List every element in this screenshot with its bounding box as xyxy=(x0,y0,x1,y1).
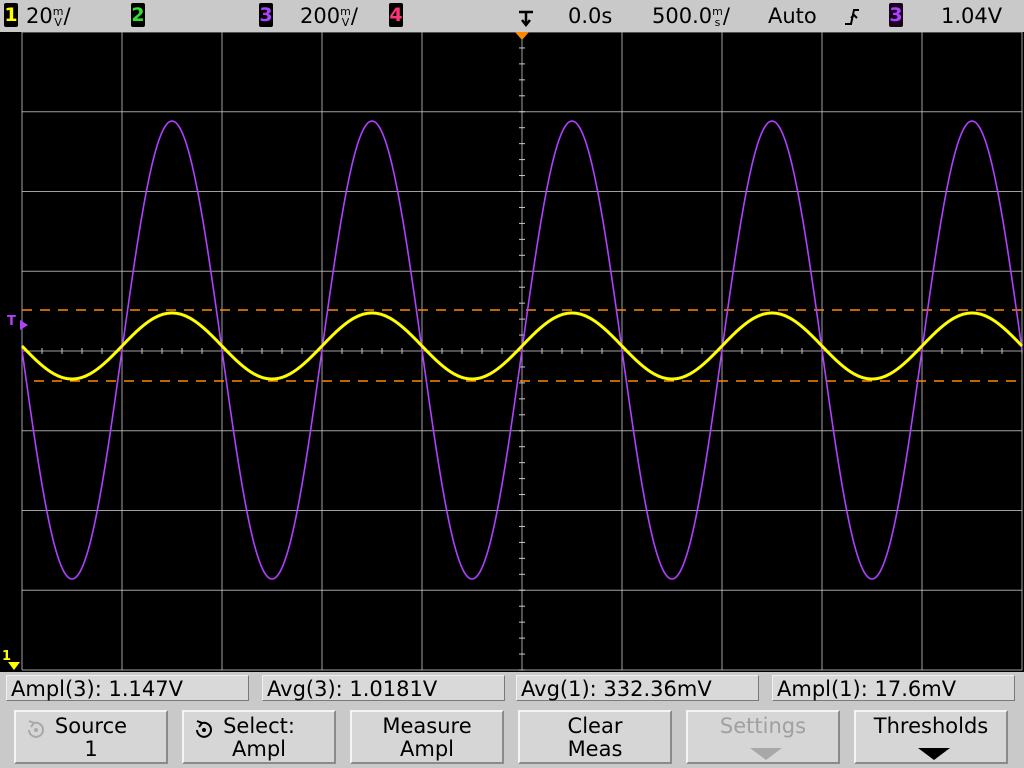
softkey-bar: Source 1 Select: Ampl Measure Ampl Clear… xyxy=(0,706,1024,768)
measure-value: Ampl xyxy=(400,737,454,761)
trigger-level[interactable]: 1.04V xyxy=(941,2,1002,30)
measure-ampl-softkey[interactable]: Measure Ampl xyxy=(350,710,504,764)
waveform-display[interactable]: T 1 xyxy=(0,32,1024,672)
select-softkey[interactable]: Select: Ampl xyxy=(182,710,336,764)
status-bar: 1 20 m V/ 2 3 200 m V/ 4 0.0s 500.0 m s / Auto … xyxy=(0,0,1024,32)
channel-1-scale: 20 m V / xyxy=(26,4,71,29)
channel-2-indicator[interactable]: 2 xyxy=(131,3,145,27)
channel-3-scale: 200 m V / xyxy=(300,4,358,29)
measurement-avg-ch3: Avg(3): 1.0181V xyxy=(262,675,505,701)
clear-value: Meas xyxy=(567,737,623,761)
measurement-avg-ch1: Avg(1): 332.36mV xyxy=(516,675,759,701)
clear-label: Clear xyxy=(567,714,623,738)
time-scale[interactable]: 500.0 m s / xyxy=(652,2,730,30)
channel-4-indicator[interactable]: 4 xyxy=(389,3,403,27)
submenu-arrow-icon xyxy=(918,748,950,760)
trigger-source-indicator[interactable]: 3 xyxy=(889,3,903,27)
measure-label: Measure xyxy=(382,714,472,738)
settings-softkey[interactable]: Settings xyxy=(686,710,840,764)
channel-1-ground-marker: 1 xyxy=(2,649,12,664)
trigger-mode[interactable]: Auto xyxy=(768,2,817,30)
measurement-ampl-ch3: Ampl(3): 1.147V xyxy=(6,675,249,701)
trigger-level-marker: T xyxy=(7,314,16,329)
measurement-ampl-ch1: Ampl(1): 17.6mV xyxy=(772,675,1015,701)
settings-label: Settings xyxy=(719,714,807,738)
thresholds-label: Thresholds xyxy=(873,714,989,738)
submenu-arrow-icon xyxy=(750,748,782,760)
rotate-knob-icon xyxy=(196,720,212,738)
time-offset[interactable]: 0.0s xyxy=(568,2,612,30)
trigger-level-arrow xyxy=(20,320,28,330)
trigger-time-reference-icon xyxy=(519,10,533,28)
channel-1-indicator[interactable]: 1 xyxy=(4,3,18,27)
source-softkey[interactable]: Source 1 xyxy=(14,710,168,764)
thresholds-softkey[interactable]: Thresholds xyxy=(854,710,1008,764)
channel-3-indicator[interactable]: 3 xyxy=(259,3,273,27)
time-reference-marker xyxy=(515,32,529,40)
rising-edge-icon xyxy=(845,9,859,25)
clear-meas-softkey[interactable]: Clear Meas xyxy=(518,710,672,764)
measurement-bar: Ampl(3): 1.147V Avg(3): 1.0181V Avg(1): … xyxy=(0,672,1024,706)
waveform-graticule xyxy=(8,32,1024,671)
rotate-knob-icon xyxy=(28,720,44,738)
